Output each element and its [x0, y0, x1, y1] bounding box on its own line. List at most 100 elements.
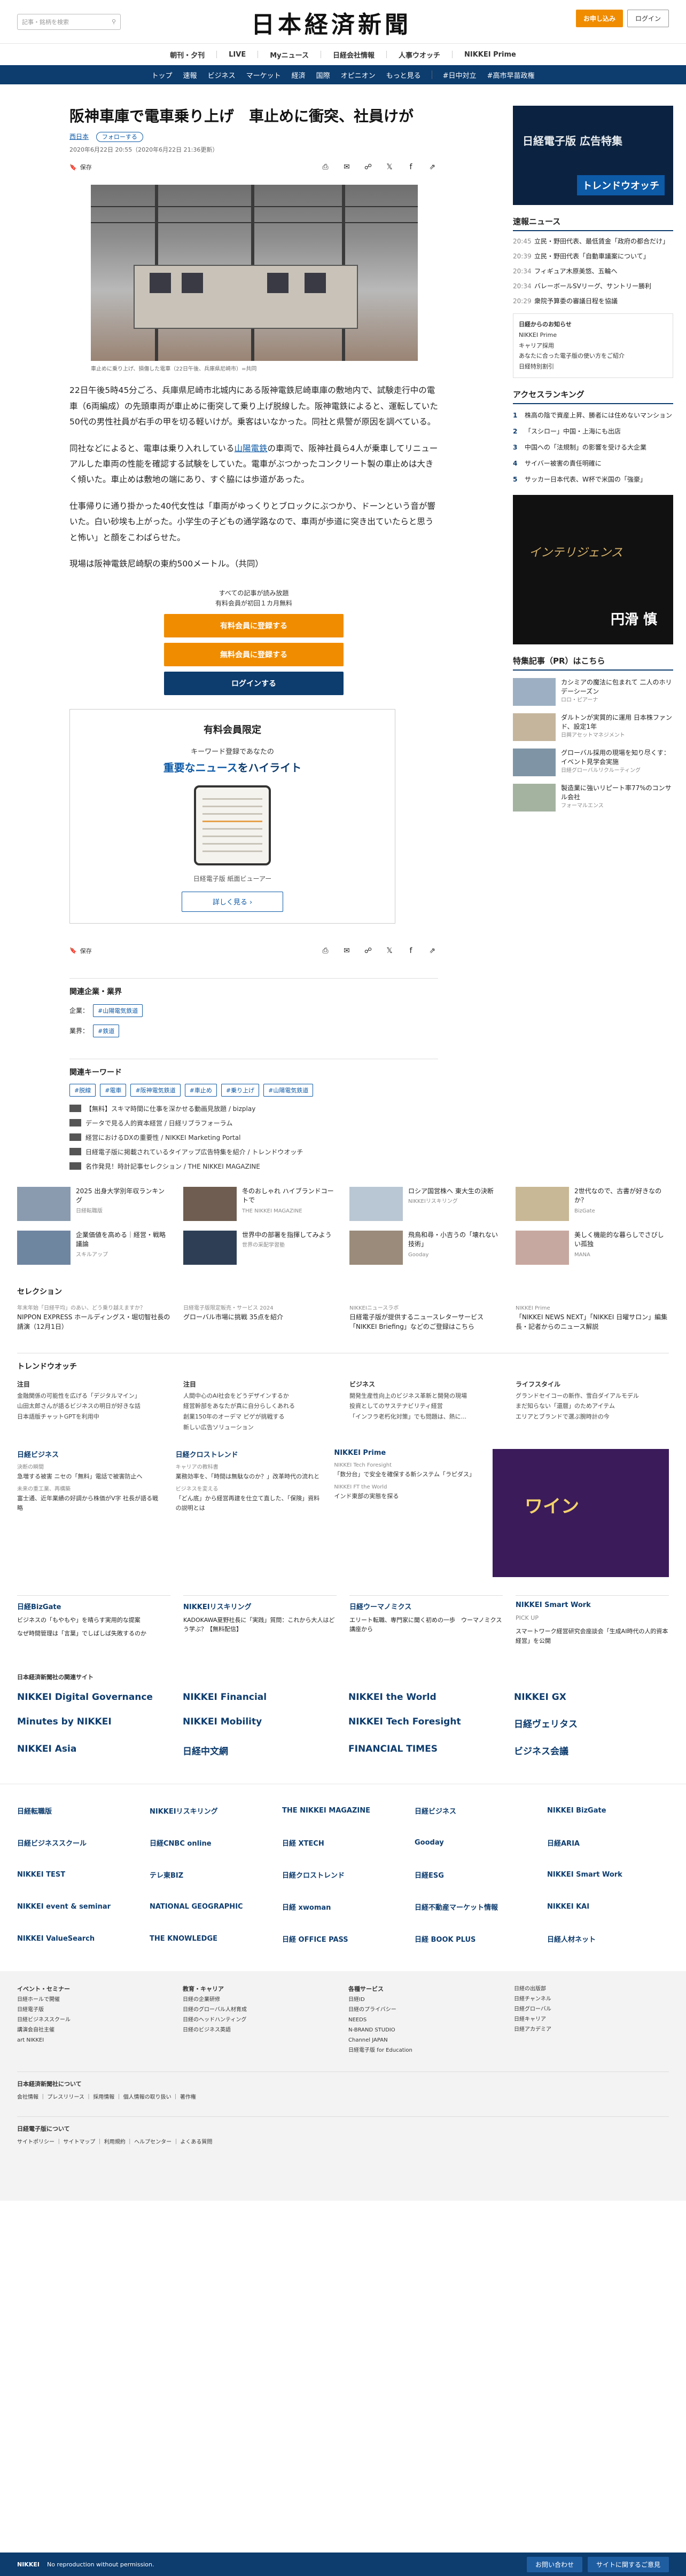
footer-link[interactable]: 日経チャンネル [514, 1994, 669, 2004]
trend-link[interactable]: グランドセイコーの新作、雪白ダイアルモデル [516, 1391, 669, 1401]
footer-link[interactable]: NEEDS [348, 2015, 503, 2025]
footer-link[interactable]: 日経のビジネス英語 [183, 2025, 338, 2035]
trend-link[interactable]: まだ知らない「還暦」のためアイテム [516, 1401, 669, 1412]
nav-item[interactable]: #高市早苗政権 [487, 70, 535, 80]
block-item[interactable]: NIKKEI FT the World インド東部の実態を探る [334, 1483, 480, 1501]
block-title[interactable]: NIKKEI Smart Work [516, 1595, 669, 1609]
selection-item[interactable]: NIKKEIニュースラボ 日経電子版が提供するニュースレターサービス「NIKKEI… [349, 1304, 503, 1332]
keyword-chip[interactable]: #電車 [100, 1083, 127, 1097]
service-logo[interactable]: FINANCIAL TIMES [348, 1744, 503, 1757]
recommend-card[interactable]: 2世代なので、古書が好きなのか？ BizGate [516, 1186, 669, 1221]
service-logo[interactable]: Minutes by NIKKEI [17, 1716, 172, 1730]
block-title[interactable]: NIKKEIリスキリング [183, 1595, 337, 1611]
recommend-card[interactable]: 世界中の部署を指揮してみよう 世界の采配学習塾 [183, 1230, 337, 1265]
site-logo[interactable]: 日本経済新聞 [251, 5, 411, 40]
keyword-chip[interactable]: #山陽電気鉄道 [263, 1083, 314, 1097]
footer-link[interactable]: 日経電子版 [17, 2005, 172, 2015]
promo-link[interactable]: 【無料】スキマ時間に仕事を深かせる動画見放題 / bizplay [69, 1104, 438, 1113]
subnav-item[interactable]: LIVE [229, 51, 246, 59]
search-input[interactable]: 記事・銘柄を検索 ⚲ [17, 13, 121, 30]
learn-more-button[interactable]: 詳しく見る › [182, 891, 283, 912]
trend-link[interactable]: 新しい広告ソリューション [183, 1422, 337, 1433]
paid-signup-button[interactable]: 有料会員に登録する [164, 613, 344, 637]
facebook-icon[interactable]: f [405, 161, 417, 173]
block-item[interactable]: 決断の瞬間 急増する被害 ニセの「無料」電話で被害防止へ [17, 1463, 163, 1482]
save-button[interactable]: 🔖 保存 [69, 163, 92, 171]
contact-button[interactable]: お問い合わせ [526, 2556, 582, 2572]
footer-links[interactable]: サイトポリシー ｜ サイトマップ ｜ 利用規約 ｜ ヘルプセンター ｜ よくある… [17, 2137, 669, 2145]
subnav-item[interactable]: NIKKEI Prime [464, 51, 516, 59]
trend-link[interactable]: 山田太郎さんが語るビジネスの明日が好きな話 [17, 1401, 170, 1412]
brand-logo[interactable]: 日経クロストレンド [282, 1864, 404, 1886]
news-item[interactable]: 20:34 バレーボールSVリーグ、サントリー勝利 [513, 281, 673, 291]
service-logo[interactable]: NIKKEI Financial [183, 1692, 338, 1703]
trend-link[interactable]: 「インフラ老朽化対策」でも問題は、熱に... [349, 1412, 503, 1422]
brand-logo[interactable]: NATIONAL GEOGRAPHIC [150, 1896, 271, 1918]
trend-link[interactable]: 経営幹部をあなたが真に自分らしくあれる [183, 1401, 337, 1412]
pr-item[interactable]: カシミアの魔法に包まれて 二人のホリデーシーズン ロロ・ピアーナ [513, 678, 673, 706]
notice-link[interactable]: キャリア採用 [519, 341, 667, 351]
selection-item[interactable]: NIKKEI Prime 「NIKKEI NEWS NEXT」「NIKKEI 日曜… [516, 1304, 669, 1332]
print-icon[interactable]: ⎙ [319, 945, 331, 957]
nav-item[interactable]: オピニオン [341, 70, 376, 80]
notice-link[interactable]: NIKKEI Prime [519, 330, 667, 341]
sidebar-ad[interactable]: 日経電子版 広告特集 トレンドウオッチ [513, 106, 673, 205]
keyword-chip[interactable]: #乗り上げ [221, 1083, 260, 1097]
keyword-chip[interactable]: #阪神電気鉄道 [130, 1083, 181, 1097]
footer-link[interactable]: 日経ID [348, 1995, 503, 2005]
signup-button[interactable]: お申し込み [575, 10, 623, 27]
recommend-card[interactable]: 美しく機能的な暮らしでさびしい孤独 MANA [516, 1230, 669, 1265]
block-item[interactable]: 未来の重工業、再構築 富士通、近年業績の好調から株価がV字 社長が語る戦略 [17, 1485, 163, 1512]
follow-button[interactable]: フォローする [96, 132, 143, 143]
company-chip[interactable]: #山陽電気鉄道 [93, 1004, 143, 1017]
brand-logo[interactable]: 日経ビジネススクール [17, 1832, 139, 1854]
subnav-item[interactable]: 朝刊・夕刊 [170, 50, 205, 60]
nav-item[interactable]: #日中対立 [443, 70, 477, 80]
sidebar-ad-2[interactable]: インテリジェンス 円滑 慎 [513, 494, 673, 644]
footer-link[interactable]: 日経のグローバル人材育成 [183, 2005, 338, 2015]
search-icon[interactable]: ⚲ [112, 18, 116, 25]
service-logo[interactable]: NIKKEI the World [348, 1692, 503, 1703]
brand-logo[interactable]: 日経 XTECH [282, 1832, 404, 1854]
brand-logo[interactable]: THE KNOWLEDGE [150, 1928, 271, 1950]
brand-logo[interactable]: NIKKEI TEST [17, 1864, 139, 1886]
block-item[interactable]: ビジネスを変える 「どん底」から経営再建を仕立て直した、「保険」資料の説明とは [176, 1485, 322, 1512]
print-icon[interactable]: ⎙ [319, 161, 331, 173]
recommend-card[interactable]: ロシア国営株へ 東大生の決断 NIKKEIリスキリング [349, 1186, 503, 1221]
block-title[interactable]: 日経BizGate [17, 1595, 170, 1611]
footer-link[interactable]: 日経キャリア [514, 2014, 669, 2024]
service-logo[interactable]: NIKKEI Tech Foresight [348, 1716, 503, 1730]
block-title[interactable]: 日経ウーマノミクス [349, 1595, 503, 1611]
block-item[interactable]: KADOKAWA夏野社長に「実践」質問：これから大人はどう学ぶ？【無料配信】 [183, 1616, 337, 1634]
recommend-card[interactable]: 飛鳥和尋・小吉うの「壊れない技術」 Gooday [349, 1230, 503, 1265]
mail-icon[interactable]: ✉ [341, 161, 353, 173]
promo-link[interactable]: 経営におけるDXの重要性 / NIKKEI Marketing Portal [69, 1133, 438, 1142]
brand-logo[interactable]: NIKKEI BizGate [547, 1800, 669, 1822]
brand-logo[interactable]: 日経転職版 [17, 1800, 139, 1822]
paywall-login-button[interactable]: ログインする [164, 671, 344, 695]
promo-link[interactable]: データで見る人的資本経営 / 日経リブラフォーラム [69, 1118, 438, 1128]
share-link-icon[interactable]: ☍ [362, 945, 374, 957]
service-logo[interactable]: NIKKEI Digital Governance [17, 1692, 172, 1703]
footer-link[interactable]: 日経ビジネススクール [17, 2015, 172, 2025]
footer-link[interactable]: 日経のプライバシー [348, 2005, 503, 2015]
article-tag[interactable]: 西日本 [69, 133, 89, 140]
nav-item[interactable]: トップ [152, 70, 173, 80]
notice-link[interactable]: 日経特別割引 [519, 361, 667, 372]
recommend-card[interactable]: 冬のおしゃれ ハイブランドコートで THE NIKKEI MAGAZINE [183, 1186, 337, 1221]
brand-logo[interactable]: 日経CNBC online [150, 1832, 271, 1854]
brand-logo[interactable]: NIKKEI KAI [547, 1896, 669, 1918]
brand-logo[interactable]: NIKKEI ValueSearch [17, 1928, 139, 1950]
ranking-item[interactable]: 3 中国への「法規制」の影響を受ける大企業 [513, 443, 673, 452]
recommend-card[interactable]: 企業価値を高める｜経営・戦略議論 スキルアップ [17, 1230, 170, 1265]
ranking-item[interactable]: 1 株高の陰で資産上昇、勝者には住めないマンション [513, 411, 673, 420]
footer-link[interactable]: 日経アカデミア [514, 2024, 669, 2035]
block-item[interactable]: NIKKEI Tech Foresight 「数分台」で安全を確保する新システム「… [334, 1461, 480, 1479]
footer-link[interactable]: 日経ホールで開催 [17, 1995, 172, 2005]
ranking-item[interactable]: 5 サッカー日本代表、W杯で米国の「強豪」 [513, 475, 673, 484]
save-button-bottom[interactable]: 🔖 保存 [69, 947, 92, 955]
company-link[interactable]: 山陽電鉄 [234, 444, 267, 453]
footer-link[interactable]: 講演会自社主催 [17, 2025, 172, 2035]
news-item[interactable]: 20:34 フィギュア木原美悠、五輪へ [513, 266, 673, 276]
promo-link[interactable]: 名作発見！時計記事セレクション / THE NIKKEI MAGAZINE [69, 1162, 438, 1171]
